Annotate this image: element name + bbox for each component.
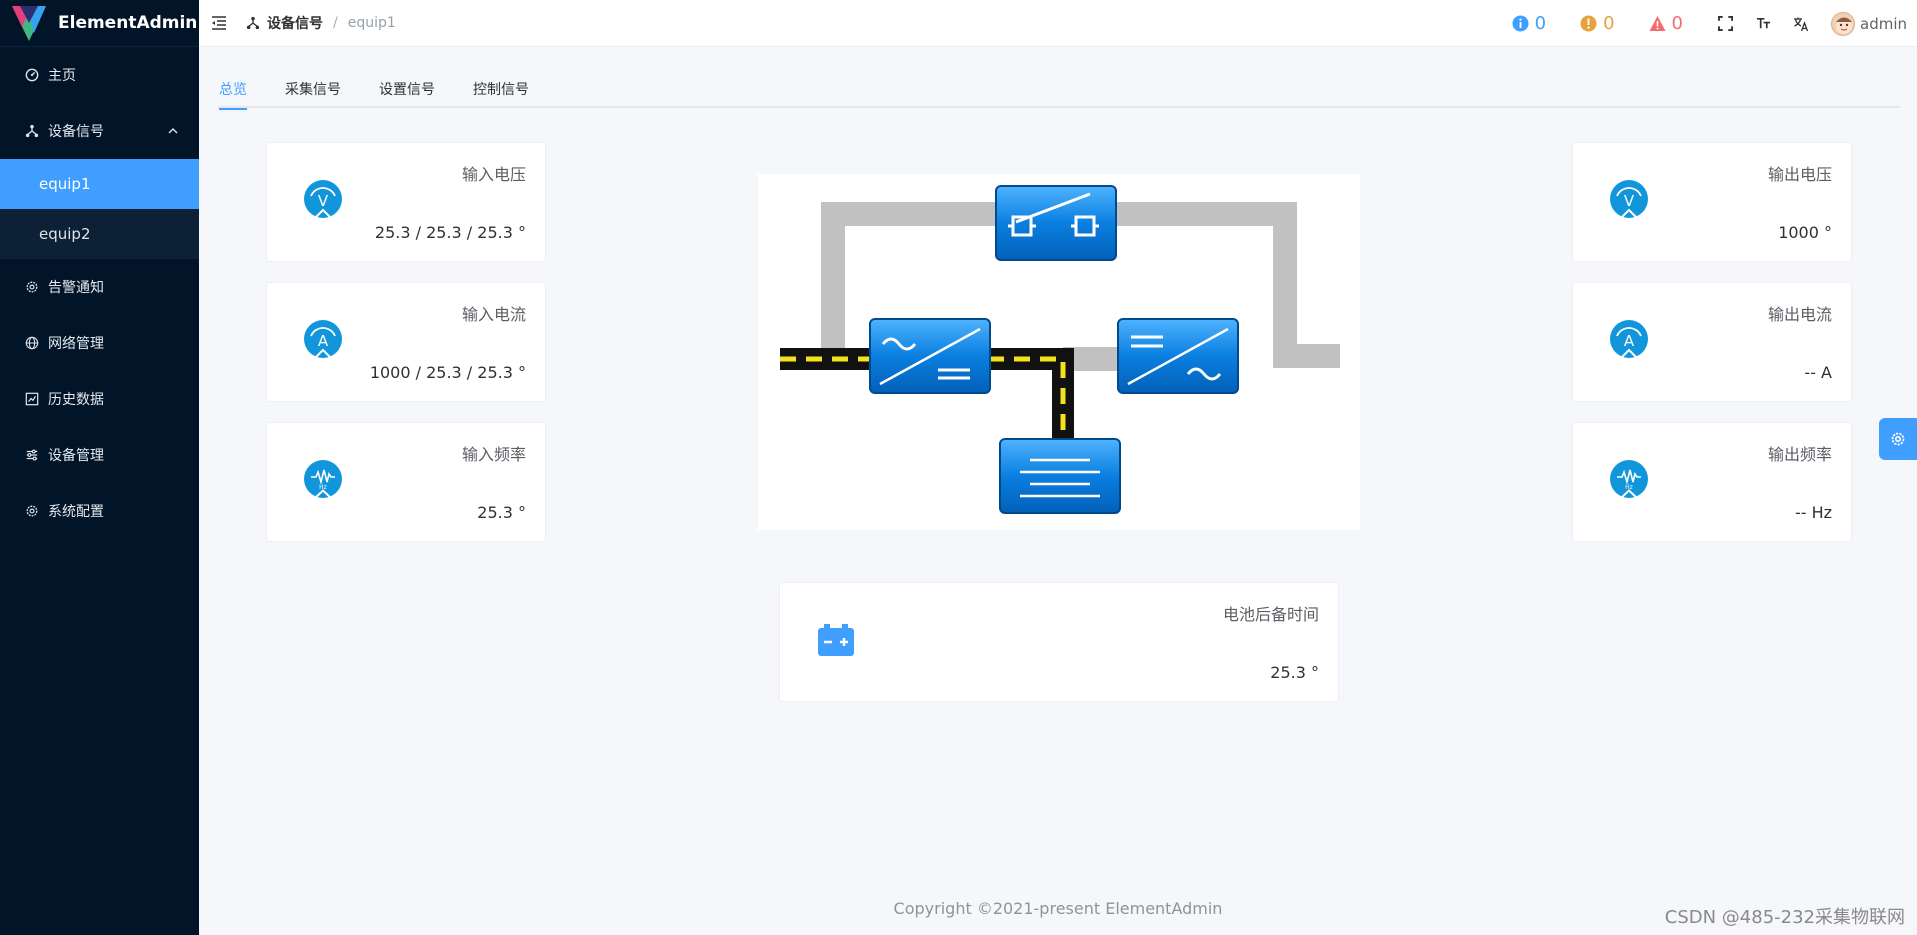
dashboard-icon xyxy=(24,67,40,83)
sidebar: ElementAdmin 主页 设备信号 equip1 equip2 告警通知 … xyxy=(0,0,199,935)
watermark: CSDN @485-232采集物联网 xyxy=(1664,907,1905,928)
app-name: ElementAdmin xyxy=(58,13,198,33)
logo-icon xyxy=(12,6,46,41)
font-size-icon[interactable] xyxy=(1755,16,1771,32)
card-value: 25.3 / 25.3 / 25.3 ° xyxy=(374,223,526,242)
globe-icon xyxy=(24,335,40,351)
card-input-frequency: Hz 输入频率 25.3 ° xyxy=(266,422,546,542)
bypass-switch-box xyxy=(995,185,1117,261)
card-input-current: A 输入电流 1000 / 25.3 / 25.3 ° xyxy=(266,282,546,402)
collapse-menu-icon[interactable] xyxy=(210,14,228,32)
error-notification[interactable]: 0 xyxy=(1649,13,1683,34)
tab-setting-signal[interactable]: 设置信号 xyxy=(379,68,435,108)
sidebar-subitem-label: equip2 xyxy=(39,225,91,243)
sidebar-item-label: 设备信号 xyxy=(48,124,104,140)
tab-overview[interactable]: 总览 xyxy=(219,68,247,110)
ups-topology-diagram xyxy=(758,174,1360,530)
sidebar-item-label: 主页 xyxy=(48,68,76,84)
breadcrumb-parent[interactable]: 设备信号 xyxy=(267,13,323,33)
card-output-current: A 输出电流 -- A xyxy=(1572,282,1852,402)
warning-count: 0 xyxy=(1603,13,1615,34)
sidebar-item-history[interactable]: 历史数据 xyxy=(0,371,199,427)
gear-icon xyxy=(24,279,40,295)
card-title: 电池后备时间 xyxy=(1222,605,1319,624)
breadcrumb-current: equip1 xyxy=(347,15,396,31)
sidebar-item-home[interactable]: 主页 xyxy=(0,47,199,103)
battery-box xyxy=(999,438,1121,514)
ammeter-icon: A xyxy=(1610,320,1648,359)
battery-icon xyxy=(818,624,854,656)
card-title: 输入电压 xyxy=(461,165,526,184)
frequency-icon: Hz xyxy=(1610,460,1648,499)
settings-panel-button[interactable] xyxy=(1879,418,1917,460)
user-name: admin xyxy=(1860,14,1907,33)
top-header: 设备信号 / equip1 0 0 0 admin xyxy=(199,0,1917,47)
sidebar-item-label: 网络管理 xyxy=(48,336,104,352)
card-title: 输出电流 xyxy=(1767,305,1832,324)
info-count: 0 xyxy=(1534,13,1547,34)
chevron-up-icon xyxy=(168,128,178,134)
card-value: 25.3 ° xyxy=(1270,663,1319,682)
gear-icon xyxy=(24,503,40,519)
sidebar-subitem-equip1[interactable]: equip1 xyxy=(0,159,199,209)
chart-icon xyxy=(24,391,40,407)
sidebar-item-device-signal[interactable]: 设备信号 xyxy=(0,103,199,159)
sidebar-item-device-management[interactable]: 设备管理 xyxy=(0,427,199,483)
sidebar-item-label: 告警通知 xyxy=(48,280,104,296)
sidebar-subitem-label: equip1 xyxy=(39,175,91,193)
sidebar-item-alarm[interactable]: 告警通知 xyxy=(0,259,199,315)
gear-icon xyxy=(1891,432,1905,446)
card-title: 输入电流 xyxy=(461,305,526,324)
ammeter-icon: A xyxy=(304,320,342,359)
card-battery-backup-time: 电池后备时间 25.3 ° xyxy=(779,582,1339,702)
user-menu[interactable]: admin xyxy=(1831,11,1907,36)
inverter-box xyxy=(1117,318,1239,394)
breadcrumb-separator: / xyxy=(333,15,338,31)
tab-control-signal[interactable]: 控制信号 xyxy=(473,68,529,108)
sidebar-subitem-equip2[interactable]: equip2 xyxy=(0,209,199,259)
fullscreen-icon[interactable] xyxy=(1717,16,1733,32)
sidebar-item-label: 历史数据 xyxy=(48,392,104,408)
frequency-icon: Hz xyxy=(304,460,342,499)
card-title: 输出频率 xyxy=(1767,445,1832,464)
card-value: -- Hz xyxy=(1794,503,1832,522)
translate-icon[interactable] xyxy=(1793,16,1809,32)
alert-triangle-icon xyxy=(1649,16,1666,31)
card-value: 1000 ° xyxy=(1778,223,1832,242)
card-value: -- A xyxy=(1804,363,1832,382)
svg-text:V: V xyxy=(1624,192,1635,210)
breadcrumb: 设备信号 / equip1 xyxy=(246,13,396,33)
sidebar-item-label: 系统配置 xyxy=(48,504,104,520)
voltmeter-icon: V xyxy=(1610,180,1648,219)
sidebar-item-label: 设备管理 xyxy=(48,448,104,464)
logo[interactable]: ElementAdmin xyxy=(0,0,199,47)
card-input-voltage: V 输入电压 25.3 / 25.3 / 25.3 ° xyxy=(266,142,546,262)
warning-icon xyxy=(1580,15,1597,32)
svg-text:A: A xyxy=(1624,332,1635,350)
content-tabs: 总览 采集信号 设置信号 控制信号 xyxy=(218,68,1900,110)
tab-collect-signal[interactable]: 采集信号 xyxy=(285,68,341,108)
sidebar-item-network[interactable]: 网络管理 xyxy=(0,315,199,371)
card-output-frequency: Hz 输出频率 -- Hz xyxy=(1572,422,1852,542)
info-icon xyxy=(1512,15,1529,32)
sidebar-item-system-config[interactable]: 系统配置 xyxy=(0,483,199,539)
card-title: 输入频率 xyxy=(461,445,526,464)
card-value: 25.3 ° xyxy=(477,503,526,522)
network-icon xyxy=(24,123,40,139)
info-notification[interactable]: 0 xyxy=(1512,13,1546,34)
avatar xyxy=(1831,11,1855,36)
card-title: 输出电压 xyxy=(1767,165,1832,184)
footer-copyright: Copyright ©2021-present ElementAdmin xyxy=(893,899,1223,918)
svg-text:V: V xyxy=(318,192,329,210)
header-actions: 0 0 0 admin xyxy=(1512,0,1917,47)
svg-text:A: A xyxy=(318,332,329,350)
card-output-voltage: V 输出电压 1000 ° xyxy=(1572,142,1852,262)
rectifier-box xyxy=(869,318,991,394)
network-icon xyxy=(246,16,260,30)
sliders-icon xyxy=(24,447,40,463)
error-count: 0 xyxy=(1671,13,1683,34)
voltmeter-icon: V xyxy=(304,180,342,219)
card-value: 1000 / 25.3 / 25.3 ° xyxy=(369,363,526,382)
warning-notification[interactable]: 0 xyxy=(1580,13,1615,34)
